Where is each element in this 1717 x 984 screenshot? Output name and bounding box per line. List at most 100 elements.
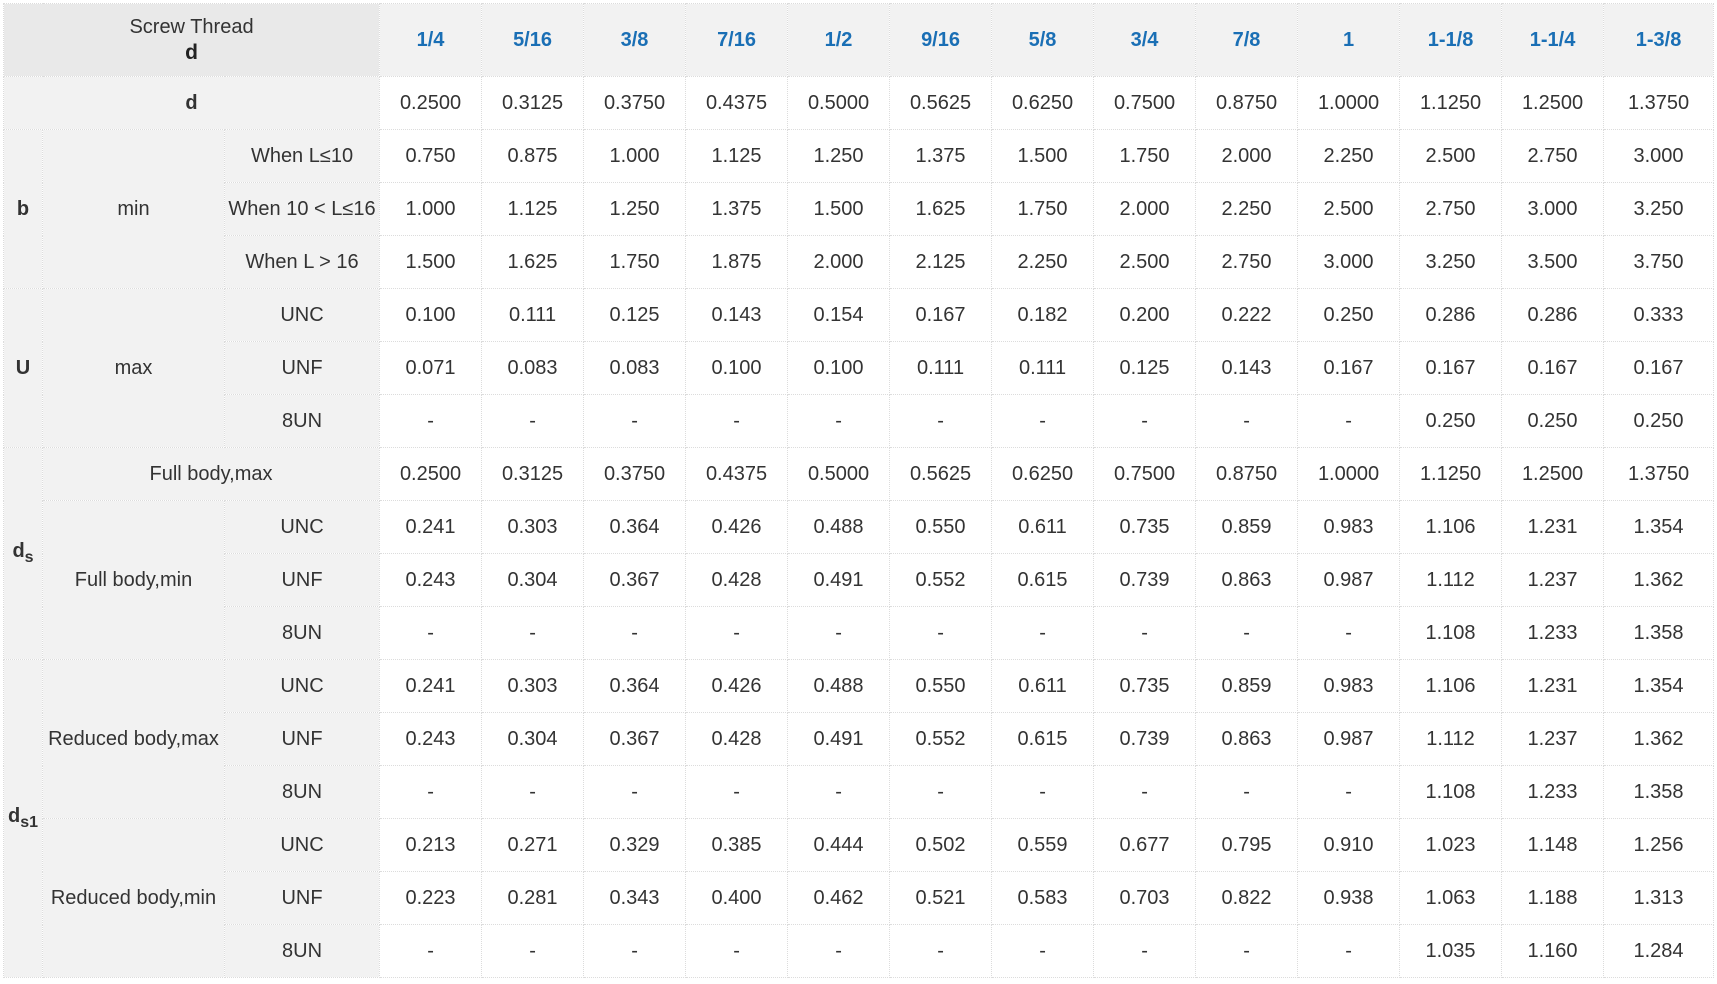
value-cell: -: [991, 924, 1095, 978]
value-cell: 0.241: [379, 500, 483, 554]
value-cell: 2.250: [991, 235, 1095, 289]
value-cell: -: [1297, 765, 1401, 819]
parameter-symbol: b: [16, 197, 30, 220]
value-cell: 0.863: [1195, 712, 1299, 766]
value-cell: 0.304: [481, 553, 585, 607]
thread-series-label: 8UN: [223, 606, 381, 660]
value-cell: 2.000: [1093, 182, 1197, 236]
value-cell: 0.739: [1093, 553, 1197, 607]
value-cell: -: [991, 394, 1095, 448]
table-body: Screw Thread d 1/4 5/16 3/8 7/16 1/2 9/1…: [2, 3, 1715, 978]
size-header: 1-1/4: [1501, 3, 1605, 77]
thread-series-label: UNC: [223, 659, 381, 713]
thread-series-label: UNF: [223, 712, 381, 766]
value-cell: 0.462: [787, 871, 891, 925]
ds-symbol-cell: ds: [3, 447, 43, 660]
value-cell: 0.329: [583, 818, 687, 872]
size-header: 3/8: [583, 3, 687, 77]
value-cell: 3.250: [1399, 235, 1503, 289]
value-cell: -: [991, 606, 1095, 660]
value-cell: 0.367: [583, 553, 687, 607]
value-cell: 0.3125: [481, 76, 585, 130]
value-cell: 0.822: [1195, 871, 1299, 925]
thread-series-label: 8UN: [223, 394, 381, 448]
value-cell: 0.250: [1297, 288, 1401, 342]
thread-series-label: UNF: [223, 871, 381, 925]
value-cell: 0.488: [787, 500, 891, 554]
value-cell: 0.4375: [685, 76, 789, 130]
value-cell: 0.271: [481, 818, 585, 872]
value-cell: 1.063: [1399, 871, 1503, 925]
value-cell: 0.491: [787, 553, 891, 607]
thread-series-label: UNF: [223, 553, 381, 607]
value-cell: 0.5625: [889, 76, 993, 130]
value-cell: -: [1093, 394, 1197, 448]
table-row: d 0.2500 0.3125 0.3750 0.4375 0.5000 0.5625 0.6…: [2, 76, 1715, 130]
value-cell: 0.182: [991, 288, 1095, 342]
value-cell: -: [889, 924, 993, 978]
ds-full-max-label: Full body,max: [41, 447, 381, 501]
value-cell: 1.2500: [1501, 76, 1605, 130]
value-cell: 0.5000: [787, 76, 891, 130]
value-cell: 1.354: [1603, 500, 1715, 554]
value-cell: 0.083: [583, 341, 687, 395]
value-cell: 0.5000: [787, 447, 891, 501]
value-cell: 0.8750: [1195, 447, 1299, 501]
value-cell: -: [1297, 394, 1401, 448]
value-cell: 0.428: [685, 553, 789, 607]
value-cell: -: [1297, 924, 1401, 978]
value-cell: 1.625: [481, 235, 585, 289]
value-cell: 0.859: [1195, 659, 1299, 713]
value-cell: 0.200: [1093, 288, 1197, 342]
value-cell: -: [1195, 765, 1299, 819]
size-header: 1: [1297, 3, 1401, 77]
value-cell: 0.286: [1399, 288, 1503, 342]
value-cell: 0.428: [685, 712, 789, 766]
table-row: 8UN - - - - - - - - - -1.108 1.233 1.358: [4, 765, 1715, 819]
value-cell: 0.367: [583, 712, 687, 766]
value-cell: -: [685, 394, 789, 448]
value-cell: 0.677: [1093, 818, 1197, 872]
value-cell: 1.750: [991, 182, 1095, 236]
value-cell: 2.750: [1195, 235, 1299, 289]
value-cell: 1.750: [1093, 129, 1197, 183]
value-cell: 0.281: [481, 871, 585, 925]
b-condition-label: When L > 16: [223, 235, 381, 289]
size-header: 5/8: [991, 3, 1095, 77]
value-cell: -: [583, 924, 687, 978]
value-cell: 0.3125: [481, 447, 585, 501]
value-cell: 0.303: [481, 500, 585, 554]
value-cell: 1.112: [1399, 712, 1503, 766]
value-cell: -: [1093, 924, 1197, 978]
value-cell: -: [787, 765, 891, 819]
ds1-symbol-cell: ds1: [3, 659, 43, 978]
value-cell: 0.559: [991, 818, 1095, 872]
value-cell: 1.106: [1399, 500, 1503, 554]
table-row: Umax UNC 0.100 0.111 0.125 0.143 0.154 0.167 0.1…: [3, 288, 1715, 448]
value-cell: 0.583: [991, 871, 1095, 925]
value-cell: 0.243: [379, 712, 483, 766]
size-header: 7/8: [1195, 3, 1299, 77]
value-cell: 2.000: [1195, 129, 1299, 183]
value-cell: 0.100: [787, 341, 891, 395]
header-corner: Screw Thread d: [2, 3, 381, 77]
value-cell: 1.3750: [1603, 76, 1715, 130]
value-cell: 1.237: [1501, 553, 1605, 607]
value-cell: 1.750: [583, 235, 687, 289]
table-row: When L > 16 1.500 1.625 1.750 1.875 2.000 2.12…: [4, 235, 1715, 289]
value-cell: 0.167: [1603, 341, 1715, 395]
value-cell: 0.083: [481, 341, 585, 395]
value-cell: 0.8750: [1195, 76, 1299, 130]
value-cell: 1.1250: [1399, 447, 1503, 501]
header-row: Screw Thread d 1/4 5/16 3/8 7/16 1/2 9/1…: [2, 3, 1715, 77]
value-cell: -: [1093, 765, 1197, 819]
value-cell: -: [685, 924, 789, 978]
value-cell: 3.000: [1501, 182, 1605, 236]
value-cell: 1.375: [685, 182, 789, 236]
value-cell: 0.521: [889, 871, 993, 925]
value-cell: 1.256: [1603, 818, 1715, 872]
spec-table-wrapper: Screw Thread d 1/4 5/16 3/8 7/16 1/2 9/1…: [2, 3, 1715, 978]
value-cell: -: [379, 765, 483, 819]
value-cell: 0.611: [991, 659, 1095, 713]
value-cell: 0.213: [379, 818, 483, 872]
